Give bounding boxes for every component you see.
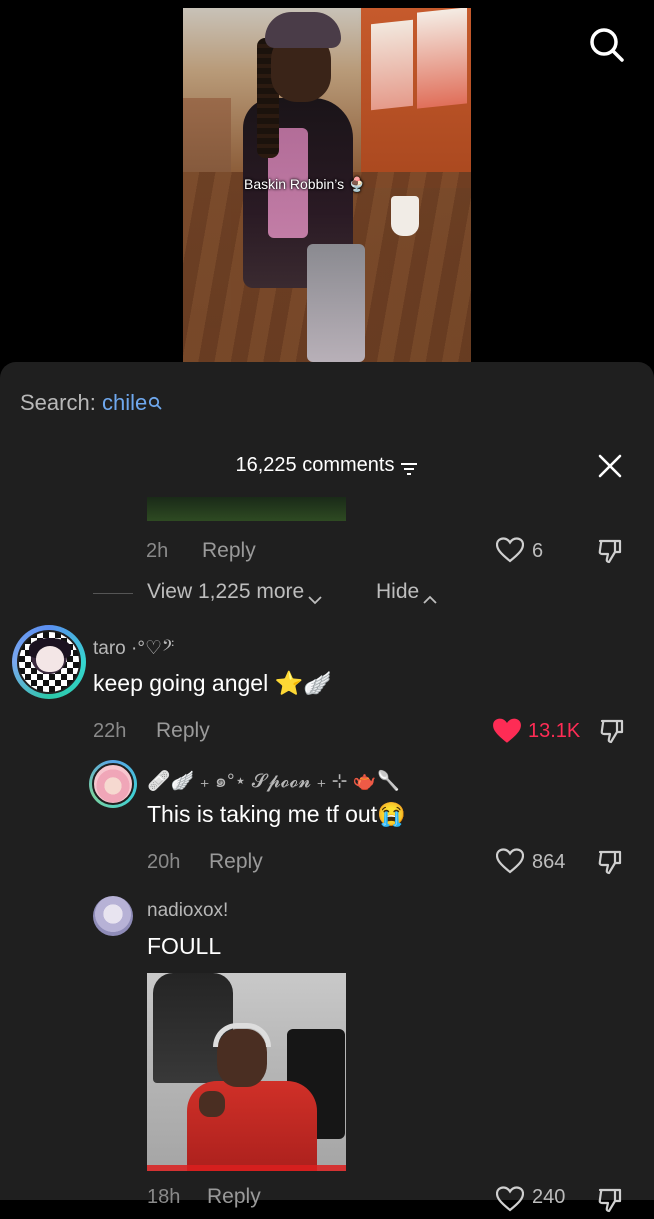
avatar-image: [17, 630, 81, 694]
chevron-up-icon: [423, 587, 437, 605]
video-player[interactable]: Baskin Robbin’s 🍨: [183, 8, 471, 362]
thumbs-down-icon[interactable]: [598, 717, 626, 745]
close-icon[interactable]: [598, 454, 622, 478]
heart-icon[interactable]: [495, 848, 525, 874]
image-fist: [199, 1091, 225, 1117]
reply-username[interactable]: 🩹🪽 ₊ ๑°⋆ 𝓢𝓹𝓸𝓸𝓷 ₊ ⊹ 🫖🥄: [147, 766, 400, 796]
avatar-face: [36, 646, 64, 672]
reply-text: This is taking me tf out😭: [147, 801, 406, 827]
thread-divider: [93, 593, 133, 594]
reply-button[interactable]: Reply: [202, 539, 256, 563]
thumbs-down-icon[interactable]: [596, 537, 624, 565]
like-count: 864: [532, 851, 566, 873]
chevron-down-icon: [308, 587, 322, 605]
reply-text: FOULL: [147, 933, 222, 959]
search-small-icon: [148, 390, 162, 410]
like-count: 6: [532, 540, 544, 562]
video-hat: [265, 12, 341, 48]
reply-image[interactable]: [147, 973, 346, 1171]
reply-time: 20h: [147, 851, 181, 873]
view-more-replies[interactable]: View 1,225 more: [147, 580, 322, 605]
search-icon[interactable]: [586, 24, 626, 64]
video-poster: [371, 19, 413, 111]
avatar-image: [92, 763, 134, 805]
video-pants: [307, 244, 365, 362]
avatar[interactable]: [89, 760, 137, 808]
comment-time: 2h: [146, 540, 169, 562]
thumbs-down-icon[interactable]: [596, 848, 624, 876]
reply-time: 18h: [147, 1186, 181, 1208]
comments-count: 16,225 comments: [0, 454, 654, 477]
heart-icon[interactable]: [492, 717, 521, 743]
video-cup: [391, 196, 419, 236]
search-suggestion[interactable]: Search: chile: [20, 390, 162, 416]
comment-time: 22h: [93, 720, 127, 742]
reply-image-thumbnail[interactable]: [147, 497, 346, 521]
hide-label: Hide: [376, 580, 420, 603]
like-count: 240: [532, 1186, 566, 1208]
reply-button[interactable]: Reply: [207, 1185, 261, 1209]
avatar[interactable]: [12, 625, 86, 699]
view-more-label: View 1,225 more: [147, 580, 305, 603]
sort-icon[interactable]: [400, 459, 418, 475]
video-poster: [417, 8, 467, 109]
comments-count-label: 16,225 comments: [235, 454, 395, 476]
reply-button[interactable]: Reply: [156, 719, 210, 743]
avatar[interactable]: [93, 896, 133, 936]
like-count: 13.1K: [528, 720, 581, 742]
comment-text: keep going angel ⭐🪽: [93, 670, 332, 696]
heart-icon[interactable]: [495, 537, 525, 563]
comment-username[interactable]: taro ·°♡𝄢: [93, 637, 174, 660]
thumbs-down-icon[interactable]: [596, 1186, 624, 1214]
image-progress-bar: [147, 1165, 346, 1171]
heart-icon[interactable]: [495, 1186, 525, 1212]
search-term[interactable]: chile: [102, 390, 147, 415]
video-caption: Baskin Robbin’s 🍨: [244, 176, 366, 192]
search-prefix: Search:: [20, 390, 96, 415]
reply-username[interactable]: nadioxox!: [147, 900, 228, 922]
hide-replies[interactable]: Hide: [376, 580, 437, 605]
reply-button[interactable]: Reply: [209, 850, 263, 874]
